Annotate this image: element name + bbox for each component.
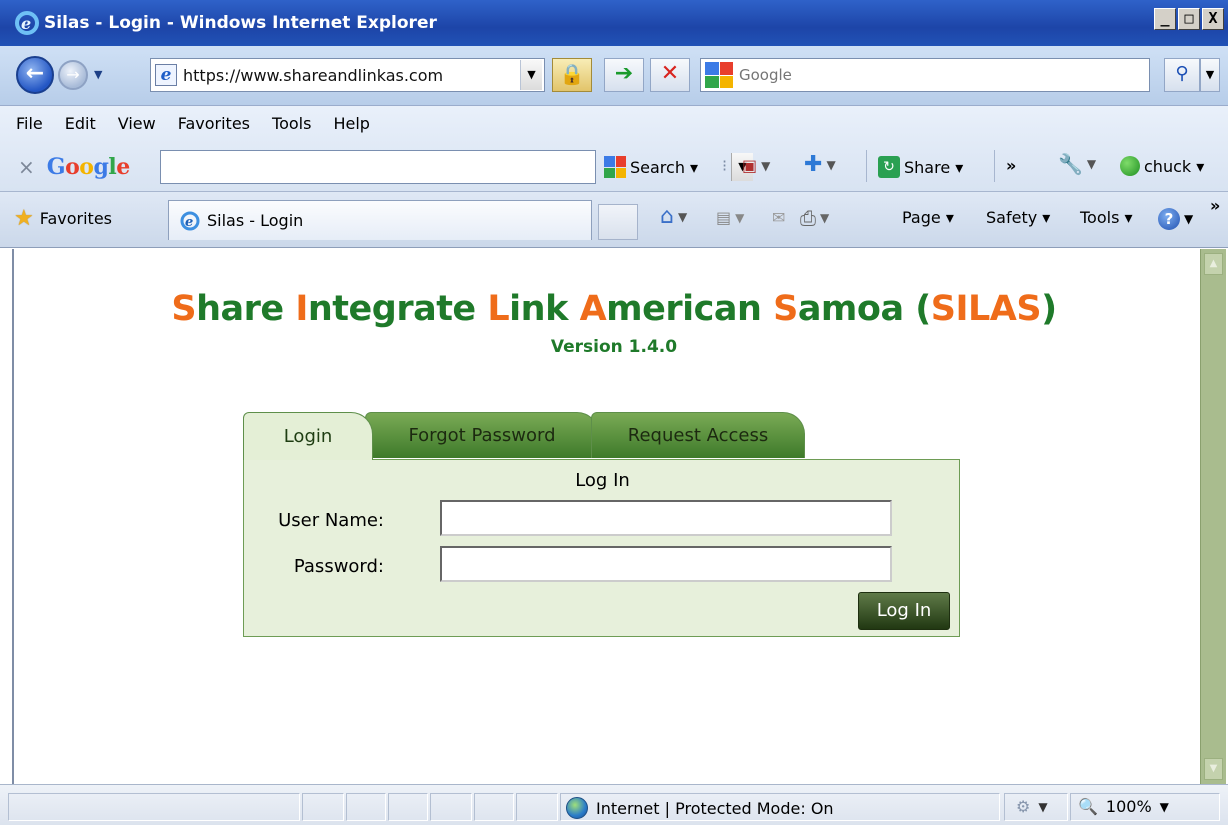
status-cell xyxy=(474,793,514,821)
tools-menu[interactable]: Tools ▾ xyxy=(1080,208,1133,227)
bookmark-plus-icon[interactable]: ✚ ▼ xyxy=(804,152,836,177)
password-input[interactable] xyxy=(440,546,892,582)
status-cell xyxy=(388,793,428,821)
svg-text:e: e xyxy=(185,215,193,230)
more-tools-button[interactable]: » xyxy=(1006,156,1016,175)
search-input[interactable] xyxy=(739,66,1149,84)
menu-file[interactable]: File xyxy=(16,114,43,133)
search-options-dropdown-icon[interactable]: ▼ xyxy=(1200,58,1220,92)
ie-icon: e xyxy=(15,11,39,35)
username-label: User Name: xyxy=(278,510,384,531)
menu-edit[interactable]: Edit xyxy=(65,114,96,133)
help-button[interactable]: ? ▼ xyxy=(1158,208,1193,230)
navigation-bar: ← → ▼ e https://www.shareandlinkas.com ▼… xyxy=(0,46,1228,106)
status-cell xyxy=(346,793,386,821)
menu-bar: File Edit View Favorites Tools Help xyxy=(16,114,370,133)
tab-forgot-password[interactable]: Forgot Password xyxy=(365,412,599,458)
share-button[interactable]: ↻ Share ▾ xyxy=(878,156,963,178)
close-toolbar-icon[interactable]: × xyxy=(18,155,35,179)
login-form: Log In User Name: Password: Log In xyxy=(243,459,960,637)
maximize-button[interactable]: □ xyxy=(1178,8,1200,30)
security-lock-icon[interactable]: 🔒 xyxy=(552,58,592,92)
feeds-icon[interactable]: ▤ ▼ xyxy=(716,208,744,227)
forward-button[interactable]: → xyxy=(58,60,88,90)
close-button[interactable]: X xyxy=(1202,8,1224,30)
security-zone-label: Internet | Protected Mode: On xyxy=(596,798,834,818)
recent-pages-dropdown-icon[interactable]: ▼ xyxy=(94,68,102,81)
page-title: Share Integrate Link American Samoa (SIL… xyxy=(171,289,1057,329)
address-bar[interactable]: e https://www.shareandlinkas.com ▼ xyxy=(150,58,545,92)
tab-login[interactable]: Login xyxy=(243,412,373,460)
window-title: Silas - Login - Windows Internet Explore… xyxy=(44,13,437,33)
go-button[interactable]: ➔ xyxy=(604,58,644,92)
svg-text:e: e xyxy=(21,14,31,33)
zoom-level: 100% xyxy=(1105,797,1152,816)
popup-blocker-icon[interactable]: ▣ ▼ xyxy=(742,156,770,175)
new-tab-button[interactable] xyxy=(598,204,638,240)
globe-icon xyxy=(566,797,588,819)
username-input[interactable] xyxy=(440,500,892,536)
home-icon[interactable]: ⌂ ▼ xyxy=(660,204,687,229)
google-icon xyxy=(604,156,626,178)
search-icon[interactable]: ⚲ xyxy=(1164,58,1200,92)
minimize-button[interactable]: _ xyxy=(1154,8,1176,30)
google-icon xyxy=(705,62,733,88)
version-label: Version 1.4.0 xyxy=(550,337,678,357)
safety-menu[interactable]: Safety ▾ xyxy=(986,208,1050,227)
menu-favorites[interactable]: Favorites xyxy=(178,114,250,133)
ie-icon: e xyxy=(180,211,200,230)
menu-help[interactable]: Help xyxy=(333,114,369,133)
login-button[interactable]: Log In xyxy=(858,592,950,630)
zoom-icon: 🔍 xyxy=(1078,797,1098,816)
account-button[interactable]: chuck ▾ xyxy=(1120,156,1204,176)
print-icon[interactable]: ⎙ ▼ xyxy=(800,206,829,230)
google-toolbar: × Google ▼ Search ▾ ⁝ ▣ ▼ ✚ ▼ ↻ Share ▾ … xyxy=(0,144,1228,190)
status-bar: Internet | Protected Mode: On ⚙ ▼ 🔍 100%… xyxy=(0,784,1228,825)
toolbar-overflow-button[interactable]: » xyxy=(1210,196,1220,215)
form-heading: Log In xyxy=(575,470,630,491)
tab-request-access[interactable]: Request Access xyxy=(591,412,805,458)
help-icon: ? xyxy=(1158,208,1180,230)
menu-view[interactable]: View xyxy=(118,114,156,133)
favorites-bar: ★ Favorites e Silas - Login ⌂ ▼ ▤ ▼ ✉ ⎙ … xyxy=(0,192,1228,248)
status-cell xyxy=(516,793,558,821)
menu-tools[interactable]: Tools xyxy=(272,114,311,133)
status-dot-icon xyxy=(1120,156,1140,176)
status-cell xyxy=(430,793,472,821)
toolbar-divider xyxy=(994,150,995,182)
stop-button[interactable]: ✕ xyxy=(650,58,690,92)
security-zone[interactable]: Internet | Protected Mode: On xyxy=(566,797,834,819)
password-label: Password: xyxy=(293,556,384,577)
tab-title: Silas - Login xyxy=(207,211,304,230)
wrench-icon[interactable]: 🔧 ▼ xyxy=(1058,152,1096,176)
google-search-button[interactable]: Search ▾ xyxy=(604,156,698,178)
toolbar-divider xyxy=(866,150,867,182)
zoom-dropdown-icon[interactable]: ▼ xyxy=(1160,800,1169,814)
zoom-control[interactable]: 🔍 100% ▼ xyxy=(1078,797,1169,816)
google-logo: Google xyxy=(46,154,130,180)
search-box[interactable] xyxy=(700,58,1150,92)
menu-and-toolbar-area: File Edit View Favorites Tools Help × Go… xyxy=(0,106,1228,192)
star-icon: ★ xyxy=(14,206,34,231)
mail-icon[interactable]: ✉ xyxy=(772,208,785,227)
page-menu[interactable]: Page ▾ xyxy=(902,208,954,227)
google-search-input[interactable]: ▼ xyxy=(160,150,753,184)
page-content: Share Integrate Link American Samoa (SIL… xyxy=(0,249,1228,784)
toolbar-separator-icon: ⁝ xyxy=(722,156,728,175)
address-dropdown-icon[interactable]: ▼ xyxy=(520,60,542,90)
page-icon: e xyxy=(155,64,177,86)
status-text-cell xyxy=(8,793,300,821)
address-url[interactable]: https://www.shareandlinkas.com xyxy=(183,66,520,85)
status-cell xyxy=(302,793,344,821)
window-title-bar: e Silas - Login - Windows Internet Explo… xyxy=(0,0,1228,46)
share-icon: ↻ xyxy=(878,156,900,178)
security-settings-icon[interactable]: ⚙ ▼ xyxy=(1016,797,1048,816)
browser-tab[interactable]: e Silas - Login xyxy=(168,200,592,240)
favorites-button[interactable]: ★ Favorites xyxy=(14,206,112,231)
back-button[interactable]: ← xyxy=(16,56,54,94)
